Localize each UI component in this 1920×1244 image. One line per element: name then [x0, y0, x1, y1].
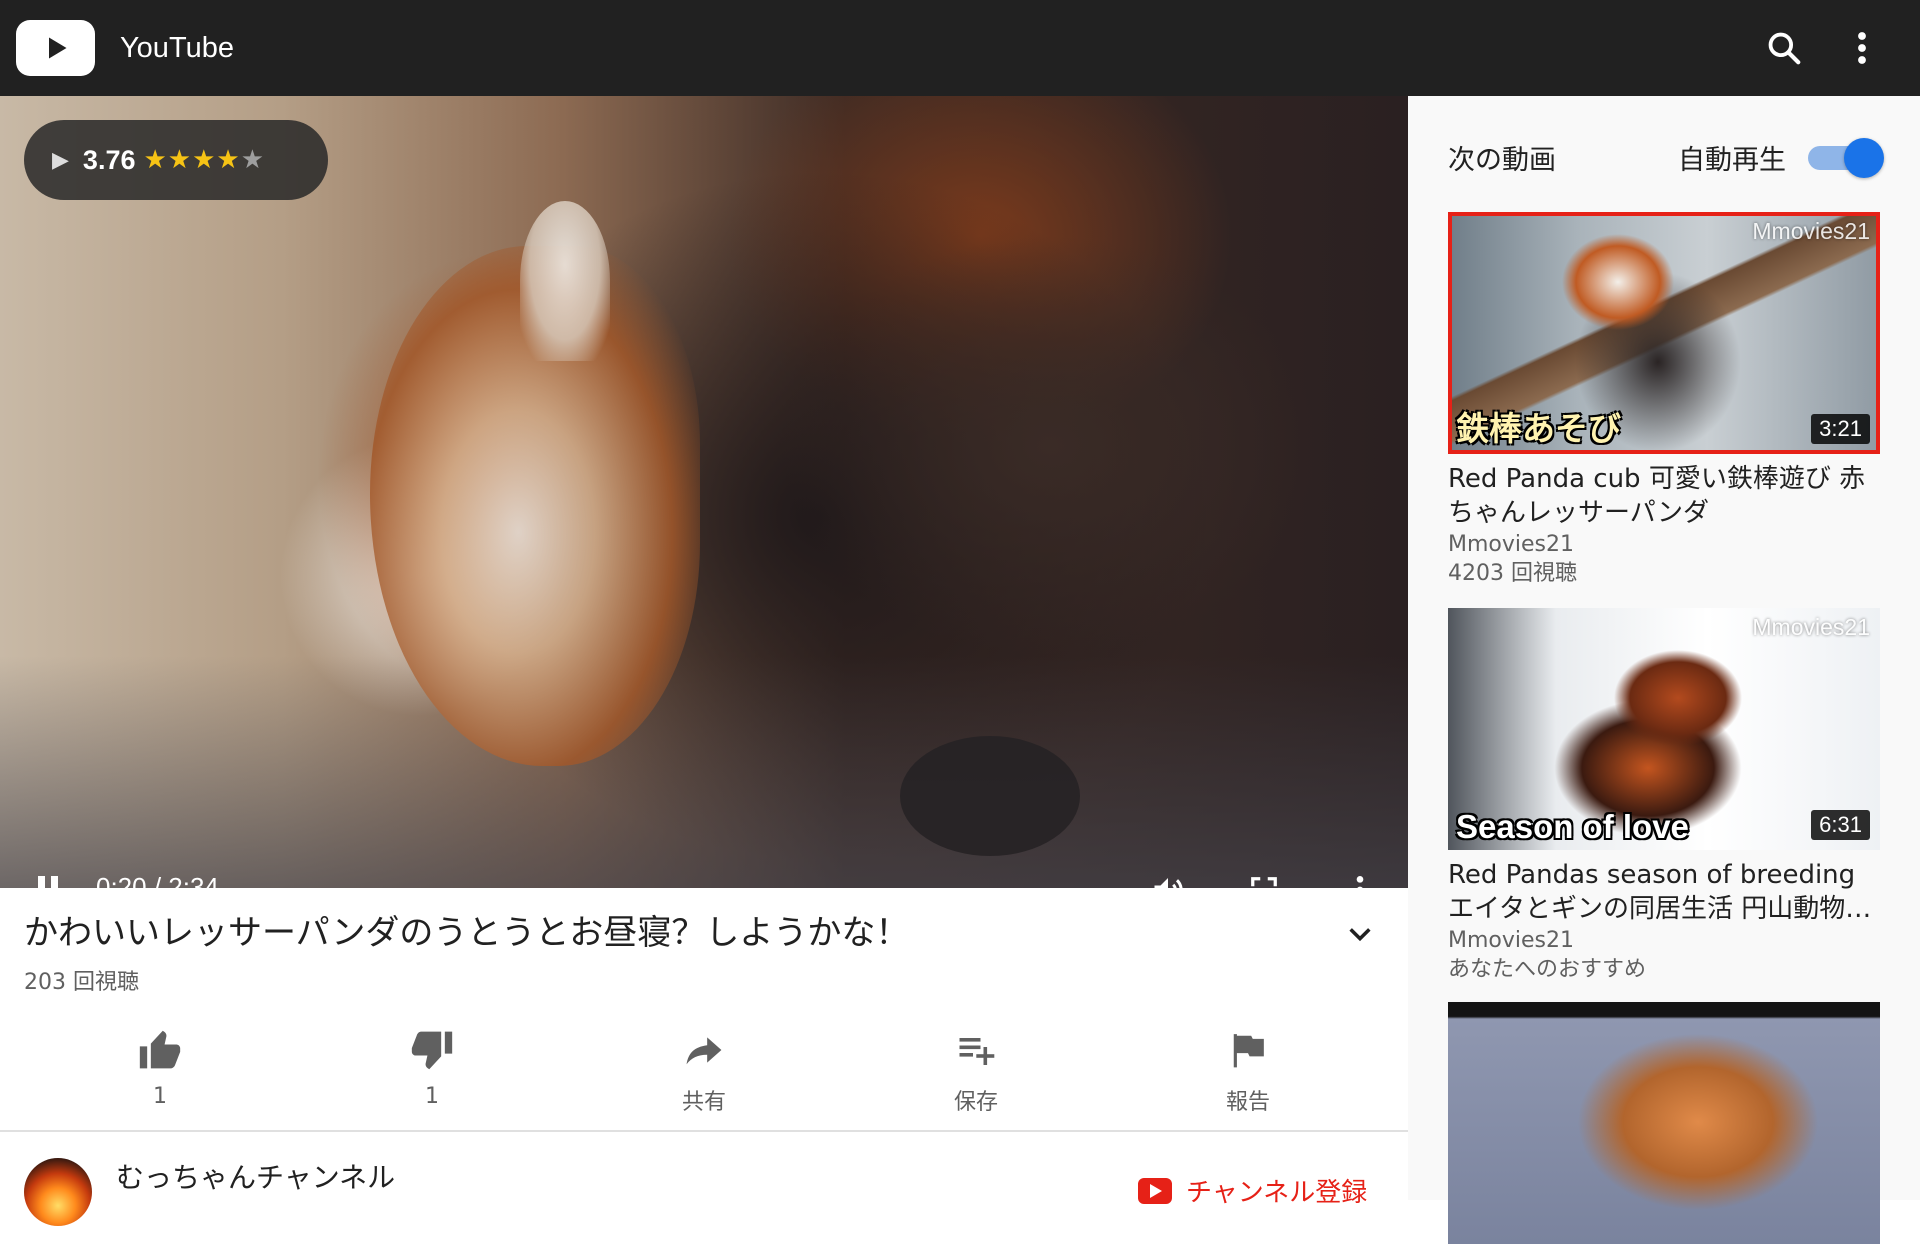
thumbnail-caption: Season of love — [1456, 808, 1689, 845]
play-small-icon: ▶ — [52, 147, 69, 173]
duration-badge: 6:31 — [1811, 810, 1870, 840]
expand-chevron-icon[interactable] — [1340, 914, 1380, 954]
pause-button[interactable] — [28, 868, 68, 888]
thumbnail-watermark: Mmovies21 — [1752, 218, 1870, 244]
star-filled-icon: ★ — [216, 145, 241, 175]
search-icon[interactable] — [1760, 24, 1808, 72]
video-card-channel: Mmovies21 — [1448, 928, 1574, 953]
divider — [0, 1130, 1408, 1132]
video-frame-floor — [0, 656, 1408, 888]
video-frame-ear — [520, 201, 610, 361]
rating-stars: ★★★★★ — [143, 145, 265, 175]
video-card-views: 4203 回視聴 — [1448, 561, 1577, 586]
volume-icon[interactable] — [1144, 866, 1192, 888]
app-title: YouTube — [120, 32, 234, 64]
up-next-heading: 次の動画 — [1448, 145, 1556, 176]
video-card[interactable]: Mmovies21 Season of love 6:31 Red Pandas… — [1448, 608, 1880, 984]
video-card-title[interactable]: Red Panda cub 可愛い鉄棒遊び 赤ちゃんレッサーパンダ — [1448, 462, 1880, 530]
like-button[interactable]: 1 — [24, 1010, 296, 1120]
video-card-title[interactable]: Red Pandas season of breeding エイタとギンの同居生… — [1448, 858, 1880, 926]
top-app-bar: YouTube — [0, 0, 1920, 96]
action-row: 1 1 共有 保存 報告 — [0, 1010, 1408, 1120]
youtube-logo-icon[interactable] — [16, 20, 95, 76]
save-button[interactable]: 保存 — [840, 1010, 1112, 1120]
thumb-down-icon — [408, 1026, 456, 1074]
share-button[interactable]: 共有 — [568, 1010, 840, 1120]
rating-score: 3.76 — [82, 144, 136, 175]
time-display: 0:20 / 2:34 — [96, 872, 219, 888]
thumb-up-icon — [136, 1026, 184, 1074]
subscribe-button[interactable]: チャンネル登録 — [1138, 1172, 1367, 1209]
star-empty-icon: ★ — [240, 145, 266, 175]
video-frame-paw — [900, 736, 1080, 856]
flag-icon — [1224, 1026, 1272, 1074]
report-label: 報告 — [1225, 1090, 1270, 1115]
video-card[interactable]: Mmovies21 鉄棒あそび 3:21 Red Panda cub 可愛い鉄棒… — [1448, 212, 1880, 588]
star-filled-icon: ★ — [143, 145, 168, 175]
thumbnail-watermark: Mmovies21 — [1752, 614, 1870, 640]
video-title: かわいいレッサーパンダのうとうとお昼寝？しようかな！ — [24, 913, 910, 953]
rating-badge[interactable]: ▶ 3.76 ★★★★★ — [24, 120, 328, 200]
like-count: 1 — [153, 1084, 167, 1109]
autoplay-toggle-knob — [1844, 138, 1884, 178]
duration-badge: 3:21 — [1811, 414, 1870, 444]
video-card-channel: Mmovies21 — [1448, 532, 1574, 557]
video-card[interactable] — [1448, 1002, 1880, 1244]
fullscreen-icon[interactable] — [1240, 866, 1288, 888]
channel-name[interactable]: むっちゃんチャンネル — [116, 1156, 395, 1196]
video-player[interactable]: ▶ 3.76 ★★★★★ 0:20 / 2:34 — [0, 96, 1408, 888]
share-icon — [680, 1026, 728, 1074]
autoplay-label: 自動再生 — [1678, 145, 1786, 176]
playlist-add-icon — [952, 1026, 1000, 1074]
thumbnail-caption: 鉄棒あそび — [1456, 410, 1621, 447]
dislike-count: 1 — [425, 1084, 439, 1109]
share-label: 共有 — [681, 1090, 726, 1115]
star-filled-icon: ★ — [167, 145, 193, 175]
save-label: 保存 — [953, 1090, 998, 1115]
up-next-sidebar: 次の動画 自動再生 Mmovies21 鉄棒あそび 3:21 Red Panda… — [1408, 96, 1920, 1244]
subscribe-label: チャンネル登録 — [1186, 1178, 1368, 1208]
player-more-icon[interactable] — [1336, 866, 1384, 888]
channel-avatar[interactable] — [24, 1158, 92, 1226]
autoplay-toggle[interactable] — [1808, 138, 1884, 178]
dislike-button[interactable]: 1 — [296, 1010, 568, 1120]
star-filled-icon: ★ — [192, 145, 217, 175]
video-thumbnail[interactable]: Mmovies21 鉄棒あそび 3:21 — [1448, 212, 1880, 454]
view-count: 203 回視聴 — [24, 970, 139, 995]
more-vert-icon[interactable] — [1838, 24, 1886, 72]
video-thumbnail[interactable] — [1448, 1002, 1880, 1244]
video-thumbnail[interactable]: Mmovies21 Season of love 6:31 — [1448, 608, 1880, 850]
video-card-recommendation: あなたへのおすすめ — [1448, 957, 1647, 982]
report-button[interactable]: 報告 — [1112, 1010, 1384, 1120]
